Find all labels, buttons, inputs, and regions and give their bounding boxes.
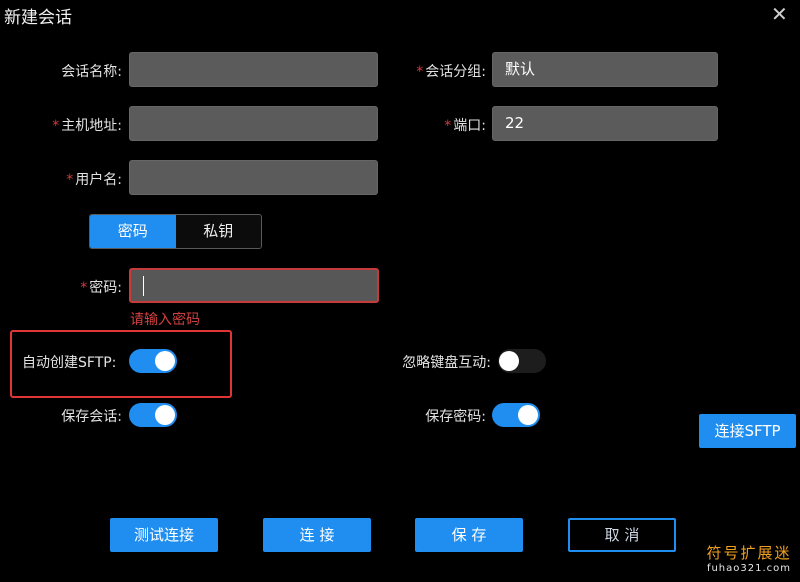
toggle-knob <box>499 351 519 371</box>
watermark: 符号扩展迷 fuhao321.com <box>700 542 798 574</box>
username-input[interactable] <box>129 160 378 195</box>
save-password-toggle[interactable] <box>492 403 540 427</box>
ignore-keyboard-toggle[interactable] <box>498 349 546 373</box>
ignore-keyboard-label: 忽略键盘互动: <box>402 355 491 371</box>
save-session-toggle[interactable] <box>129 403 177 427</box>
password-input[interactable] <box>129 268 379 303</box>
session-name-label: 会话名称: <box>61 64 122 80</box>
connect-sftp-button[interactable]: 连接SFTP <box>699 414 796 448</box>
host-input[interactable] <box>129 106 378 141</box>
test-connection-button[interactable]: 测试连接 <box>110 518 218 552</box>
dialog-title: 新建会话 <box>4 8 72 28</box>
required-mark: * <box>416 64 424 80</box>
required-mark: * <box>66 172 74 188</box>
session-name-input[interactable] <box>129 52 378 87</box>
watermark-url: fuhao321.com <box>706 563 792 574</box>
tab-private-key[interactable]: 私钥 <box>175 215 261 248</box>
required-mark: * <box>80 280 88 296</box>
password-error-message: 请输入密码 <box>130 312 200 328</box>
toggle-knob <box>518 405 538 425</box>
toggle-knob <box>155 405 175 425</box>
session-group-select[interactable]: 默认 <box>492 52 718 87</box>
auto-sftp-label: 自动创建SFTP: <box>22 355 117 371</box>
tab-password[interactable]: 密码 <box>90 215 176 248</box>
username-label: * 用户名: <box>66 172 122 188</box>
password-label: * 密码: <box>80 280 122 296</box>
connect-button[interactable]: 连 接 <box>263 518 371 552</box>
close-icon[interactable]: ✕ <box>771 2 788 26</box>
text-caret <box>143 276 144 296</box>
cancel-button[interactable]: 取 消 <box>568 518 676 552</box>
toggle-knob <box>155 351 175 371</box>
session-group-label: * 会话分组: <box>416 64 486 80</box>
save-session-label: 保存会话: <box>61 409 122 425</box>
port-label: * 端口: <box>444 118 486 134</box>
required-mark: * <box>52 118 60 134</box>
save-button[interactable]: 保 存 <box>415 518 523 552</box>
watermark-title: 符号扩展迷 <box>706 544 792 562</box>
auto-sftp-toggle[interactable] <box>129 349 177 373</box>
port-input[interactable]: 22 <box>492 106 718 141</box>
save-password-label: 保存密码: <box>425 409 486 425</box>
host-label: * 主机地址: <box>52 118 122 134</box>
required-mark: * <box>444 118 452 134</box>
auth-type-tabs: 密码 私钥 <box>89 214 262 249</box>
